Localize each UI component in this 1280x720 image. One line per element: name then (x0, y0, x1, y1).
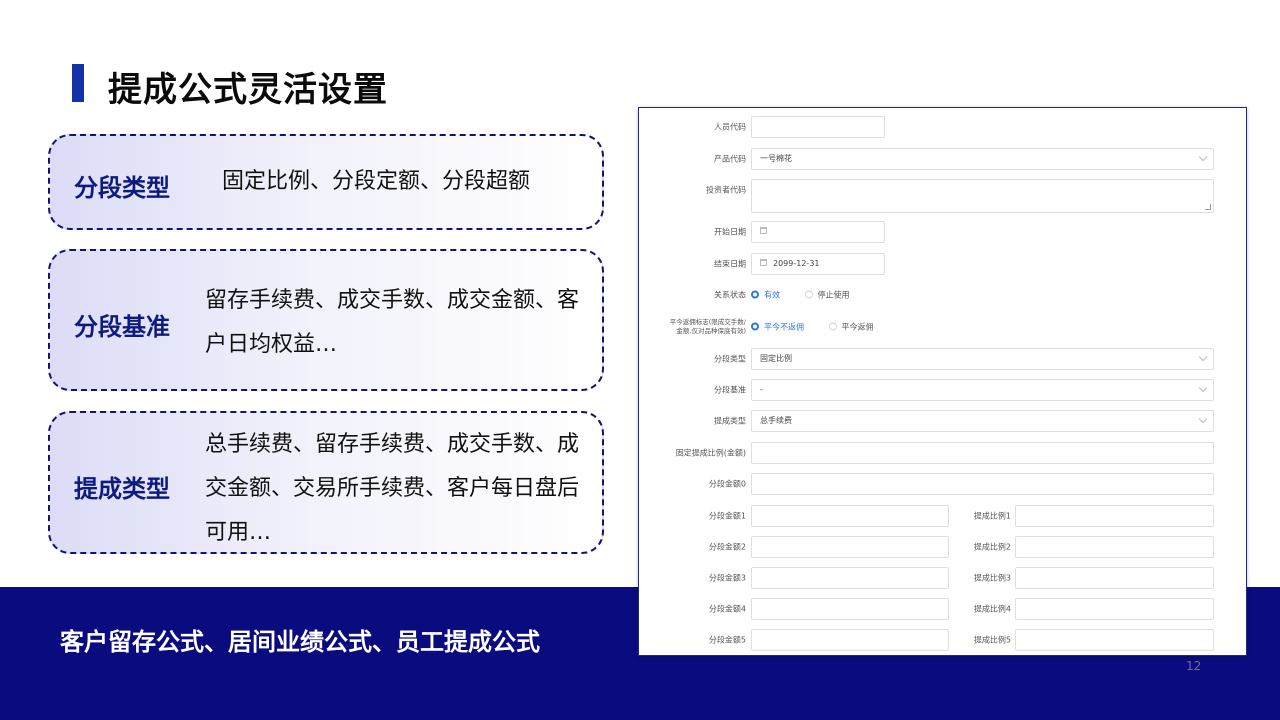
segment-amount-0-input[interactable] (751, 473, 1214, 495)
investor-code-label: 投资者代码 (706, 185, 746, 195)
commission-ratio-input[interactable] (1015, 629, 1214, 651)
radio-unchecked-icon (804, 290, 813, 298)
row-rebate-flag: 平今返佣标志(限成交手数/金额,仅对品种保底有效) 平今不返佣 平今返佣 (639, 315, 1246, 339)
row-investor-code: 投资者代码 (639, 179, 1246, 213)
row-segment-2: 分段金额2 提成比例2 (639, 536, 1246, 558)
segment-amount-input[interactable] (751, 629, 949, 651)
chevron-down-icon (1198, 152, 1208, 162)
chevron-down-icon (1198, 352, 1208, 362)
commission-ratio-input[interactable] (1015, 598, 1214, 620)
radio-checked-icon (751, 322, 759, 330)
calendar-icon (760, 259, 767, 266)
radio-rebate[interactable]: 平今返佣 (828, 322, 874, 333)
row-segment-type: 分段类型 固定比例 (639, 348, 1246, 370)
relation-status-label: 关系状态 (714, 290, 746, 300)
calendar-icon (760, 227, 767, 234)
segment-amount-input[interactable] (751, 567, 949, 589)
resize-handle-icon[interactable] (1205, 204, 1211, 210)
commission-ratio-label: 提成比例4 (973, 604, 1011, 614)
card-text: 留存手续费、成交手数、成交金额、客户日均权益… (205, 288, 580, 357)
product-code-select[interactable]: 一号棉花 (751, 148, 1214, 170)
row-relation-status: 关系状态 有效 停止使用 (639, 284, 1246, 306)
segment-amount-label: 分段金额1 (708, 511, 746, 521)
radio-stopped[interactable]: 停止使用 (804, 290, 850, 301)
radio-valid[interactable]: 有效 (751, 290, 780, 301)
segment-amount-input[interactable] (751, 598, 949, 620)
card-label: 分段类型 (74, 174, 170, 202)
end-date-picker[interactable]: 2099-12-31 (751, 253, 885, 275)
radio-no-rebate[interactable]: 平今不返佣 (751, 322, 804, 333)
segment-basis-label: 分段基准 (714, 385, 746, 395)
segment-amount-label: 分段金额3 (708, 573, 746, 583)
start-date-label: 开始日期 (714, 227, 746, 237)
row-segment-3: 分段金额3 提成比例3 (639, 567, 1246, 589)
row-segment-amount-0: 分段金额0 (639, 473, 1246, 495)
commission-type-label: 提成类型 (714, 416, 746, 426)
commission-type-select[interactable]: 总手续费 (751, 410, 1214, 432)
slide-title: 提成公式灵活设置 (108, 70, 388, 110)
segment-amount-input[interactable] (751, 536, 949, 558)
commission-ratio-label: 提成比例5 (973, 635, 1011, 645)
row-fixed-ratio: 固定提成比例(金额) (639, 442, 1246, 464)
segment-type-select[interactable]: 固定比例 (751, 348, 1214, 370)
row-start-date: 开始日期 (639, 221, 1246, 243)
row-segment-basis: 分段基准 - (639, 379, 1246, 401)
row-staff-code: 人员代码 (639, 116, 1246, 138)
investor-code-textarea[interactable] (751, 179, 1214, 213)
footer-text: 客户留存公式、居间业绩公式、员工提成公式 (60, 628, 540, 656)
page-number: 12 (1186, 659, 1202, 673)
chevron-down-icon (1198, 414, 1208, 424)
row-segment-5: 分段金额5 提成比例5 (639, 629, 1246, 651)
staff-code-label: 人员代码 (714, 122, 746, 132)
commission-ratio-input[interactable] (1015, 567, 1214, 589)
row-segment-4: 分段金额4 提成比例4 (639, 598, 1246, 620)
fixed-ratio-label: 固定提成比例(金额) (675, 448, 746, 458)
title-accent-bar (72, 64, 84, 102)
segment-amount-label: 分段金额2 (708, 542, 746, 552)
segment-amount-0-label: 分段金额0 (708, 479, 746, 489)
rebate-flag-label: 平今返佣标志(限成交手数/金额,仅对品种保底有效) (669, 318, 746, 335)
card-text: 总手续费、留存手续费、成交手数、成交金额、交易所手续费、客户每日盘后可用… (205, 432, 580, 545)
row-commission-type: 提成类型 总手续费 (639, 410, 1246, 432)
rebate-flag-radio-group: 平今不返佣 平今返佣 (751, 322, 896, 333)
chevron-down-icon (1198, 383, 1208, 393)
relation-status-radio-group: 有效 停止使用 (751, 290, 872, 301)
card-segment-type: 分段类型 固定比例、分段定额、分段超额 (48, 134, 604, 230)
commission-ratio-label: 提成比例3 (973, 573, 1011, 583)
card-segment-basis: 分段基准 留存手续费、成交手数、成交金额、客户日均权益… (48, 249, 604, 391)
radio-unchecked-icon (828, 322, 837, 330)
row-product-code: 产品代码 一号棉花 (639, 148, 1246, 170)
card-commission-type: 提成类型 总手续费、留存手续费、成交手数、成交金额、交易所手续费、客户每日盘后可… (48, 411, 604, 554)
commission-ratio-input[interactable] (1015, 536, 1214, 558)
card-text: 固定比例、分段定额、分段超额 (222, 169, 531, 194)
staff-code-input[interactable] (751, 116, 885, 138)
commission-ratio-input[interactable] (1015, 505, 1214, 527)
segment-type-label: 分段类型 (714, 354, 746, 364)
end-date-label: 结束日期 (714, 259, 746, 269)
fixed-ratio-input[interactable] (751, 442, 1214, 464)
product-code-label: 产品代码 (714, 154, 746, 164)
card-label: 提成类型 (74, 475, 170, 503)
segment-amount-input[interactable] (751, 505, 949, 527)
segment-amount-label: 分段金额4 (708, 604, 746, 614)
segment-basis-select[interactable]: - (751, 379, 1214, 401)
start-date-picker[interactable] (751, 221, 885, 243)
commission-ratio-label: 提成比例1 (973, 511, 1011, 521)
form-screenshot: 人员代码 产品代码 一号棉花 投资者代码 开始日期 结束日期 2099-12-3… (638, 107, 1247, 656)
commission-ratio-label: 提成比例2 (973, 542, 1011, 552)
segment-amount-label: 分段金额5 (708, 635, 746, 645)
row-end-date: 结束日期 2099-12-31 (639, 253, 1246, 275)
row-segment-1: 分段金额1 提成比例1 (639, 505, 1246, 527)
radio-checked-icon (751, 290, 759, 298)
card-label: 分段基准 (74, 313, 170, 341)
